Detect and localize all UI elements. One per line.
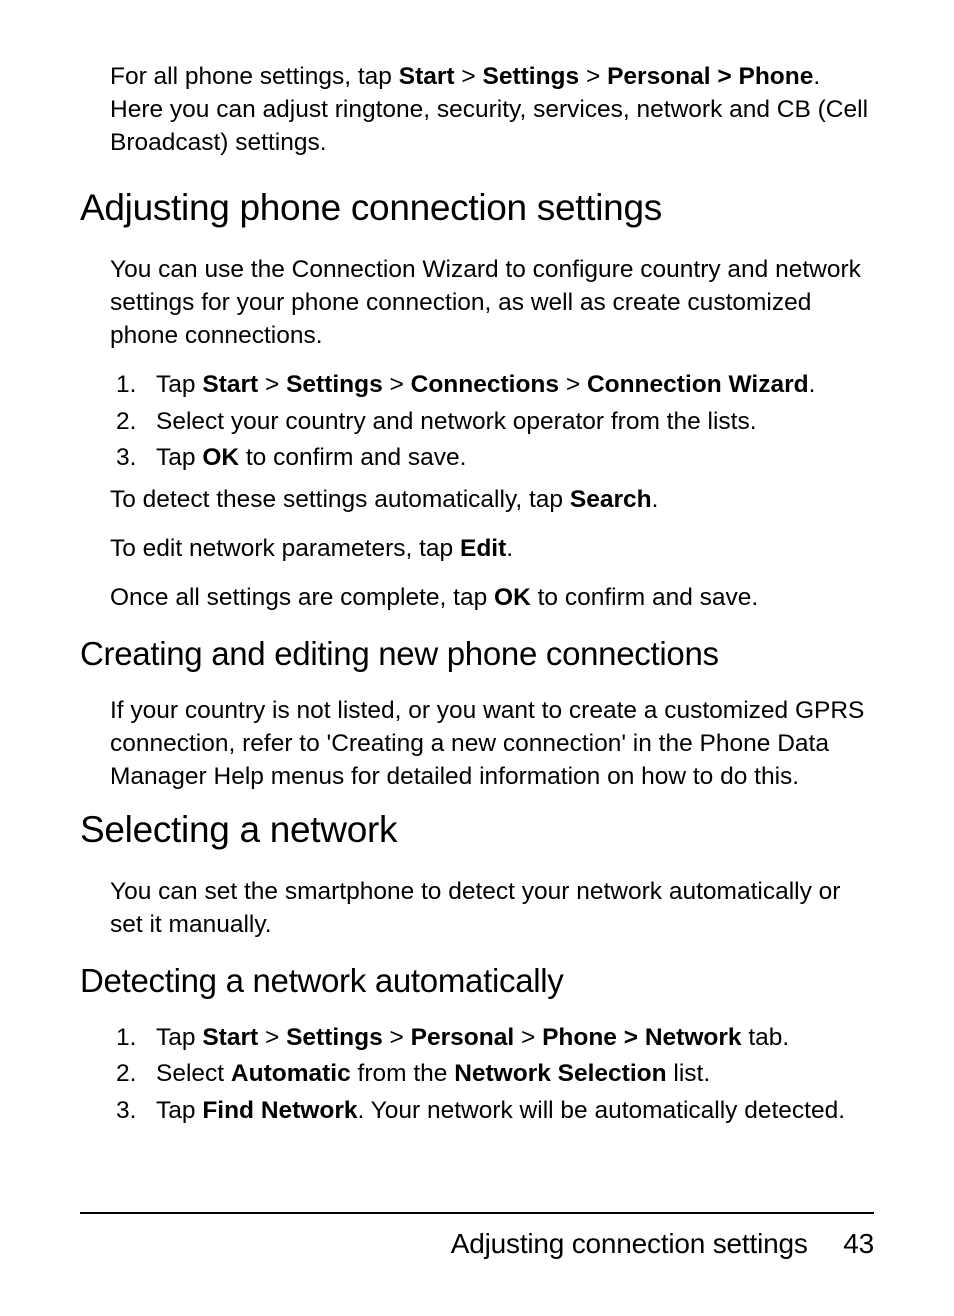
paragraph-confirm-save: Once all settings are complete, tap OK t… — [110, 581, 874, 614]
heading-creating-editing-connections: Creating and editing new phone connectio… — [80, 634, 874, 674]
paragraph-detect-auto: To detect these settings automatically, … — [110, 483, 874, 516]
footer-rule — [80, 1212, 874, 1214]
steps-connection-wizard: 1. Tap Start > Settings > Connections > … — [110, 368, 874, 475]
intro-paragraph: For all phone settings, tap Start > Sett… — [110, 60, 874, 159]
step-2b: 2. Select Automatic from the Network Sel… — [110, 1057, 874, 1091]
step-3: 3. Tap OK to confirm and save. — [110, 441, 874, 475]
footer-title: Adjusting connection settings — [451, 1228, 808, 1259]
step-2: 2. Select your country and network opera… — [110, 405, 874, 439]
heading-detecting-auto: Detecting a network automatically — [80, 961, 874, 1001]
step-1: 1. Tap Start > Settings > Connections > … — [110, 368, 874, 402]
paragraph-detect-network: You can set the smartphone to detect you… — [110, 875, 874, 941]
paragraph-connection-wizard: You can use the Connection Wizard to con… — [110, 253, 874, 352]
step-1b: 1. Tap Start > Settings > Personal > Pho… — [110, 1021, 874, 1055]
heading-selecting-network: Selecting a network — [80, 809, 874, 851]
paragraph-edit-params: To edit network parameters, tap Edit. — [110, 532, 874, 565]
heading-adjusting-phone-connection: Adjusting phone connection settings — [80, 187, 874, 229]
page-number: 43 — [843, 1228, 874, 1260]
page-footer: Adjusting connection settings 43 — [80, 1212, 874, 1260]
steps-detect-auto: 1. Tap Start > Settings > Personal > Pho… — [110, 1021, 874, 1128]
step-3b: 3. Tap Find Network. Your network will b… — [110, 1094, 874, 1128]
paragraph-country-not-listed: If your country is not listed, or you wa… — [110, 694, 874, 793]
